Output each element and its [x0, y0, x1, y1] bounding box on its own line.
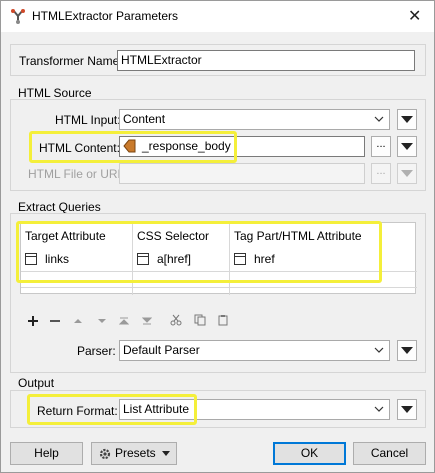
html-file-menu-button[interactable]	[397, 163, 417, 184]
parser-label: Parser:	[77, 344, 116, 358]
column-header-target-attribute[interactable]: Target Attribute	[25, 229, 106, 243]
chevron-down-icon	[374, 116, 384, 122]
text-value-icon	[137, 253, 149, 265]
column-header-css-selector[interactable]: CSS Selector	[137, 229, 209, 243]
remove-icon[interactable]	[49, 315, 61, 327]
html-input-value: Content	[123, 112, 166, 126]
return-format-select[interactable]: List Attribute	[119, 399, 390, 420]
parser-value: Default Parser	[123, 343, 200, 357]
html-input-select[interactable]: Content	[119, 109, 390, 130]
cut-icon[interactable]	[170, 314, 182, 326]
triangle-down-icon	[401, 347, 413, 354]
help-button[interactable]: Help	[10, 442, 83, 465]
ok-button[interactable]: OK	[273, 442, 346, 465]
parser-select[interactable]: Default Parser	[119, 340, 390, 361]
window-title: HTMLExtractor Parameters	[32, 9, 179, 23]
triangle-down-icon	[401, 170, 413, 177]
title-bar: HTMLExtractor Parameters ✕	[1, 1, 434, 32]
row-divider	[21, 271, 417, 272]
html-file-input[interactable]	[119, 163, 365, 184]
move-up-icon[interactable]	[73, 316, 83, 326]
html-content-ellipsis-button[interactable]: ...	[371, 136, 391, 157]
close-icon[interactable]: ✕	[408, 6, 421, 26]
column-divider	[132, 223, 133, 295]
gear-icon	[99, 448, 111, 460]
move-bottom-icon[interactable]	[142, 316, 152, 326]
move-top-icon[interactable]	[119, 316, 129, 326]
html-content-menu-button[interactable]	[397, 136, 417, 157]
html-file-ellipsis-button[interactable]: ...	[371, 163, 391, 184]
chevron-down-icon	[374, 406, 384, 412]
chevron-down-icon	[374, 347, 384, 353]
row-divider	[21, 287, 417, 288]
transformer-name-label: Transformer Name:	[19, 54, 123, 68]
transformer-name-input[interactable]: HTMLExtractor	[117, 50, 415, 71]
html-source-group-title: HTML Source	[18, 86, 92, 100]
move-down-icon[interactable]	[97, 316, 107, 326]
triangle-down-icon	[401, 116, 413, 123]
html-content-value: _response_body	[142, 139, 231, 153]
text-value-icon	[25, 253, 37, 265]
dialog-window: HTMLExtractor Parameters ✕ Transformer N…	[0, 0, 435, 473]
return-format-value: List Attribute	[123, 402, 190, 416]
presets-button[interactable]: Presets	[91, 442, 177, 465]
paste-icon[interactable]	[217, 314, 229, 326]
column-header-tag-part[interactable]: Tag Part/HTML Attribute	[234, 229, 362, 243]
copy-icon[interactable]	[194, 314, 206, 326]
html-input-menu-button[interactable]	[397, 109, 417, 130]
cancel-button[interactable]: Cancel	[353, 442, 426, 465]
return-format-label: Return Format:	[37, 404, 118, 418]
return-format-menu-button[interactable]	[397, 399, 417, 420]
table-cell-target-attribute[interactable]: links	[45, 252, 69, 266]
text-value-icon	[234, 253, 246, 265]
column-divider	[229, 223, 230, 295]
parser-menu-button[interactable]	[397, 340, 417, 361]
html-input-label: HTML Input:	[55, 113, 121, 127]
html-file-label: HTML File or URL:	[28, 167, 128, 181]
table-cell-css-selector[interactable]: a[href]	[157, 252, 191, 266]
triangle-down-icon	[162, 451, 170, 456]
presets-label: Presets	[115, 446, 156, 460]
extract-queries-group-title: Extract Queries	[18, 200, 101, 214]
add-icon[interactable]	[27, 315, 39, 327]
attribute-icon	[123, 139, 136, 153]
html-content-label: HTML Content:	[39, 141, 120, 155]
triangle-down-icon	[401, 406, 413, 413]
table-cell-tag-part[interactable]: href	[254, 252, 275, 266]
transformer-app-icon	[11, 9, 25, 24]
output-group-title: Output	[18, 376, 55, 390]
html-content-input[interactable]: _response_body	[119, 136, 365, 157]
triangle-down-icon	[401, 143, 413, 150]
